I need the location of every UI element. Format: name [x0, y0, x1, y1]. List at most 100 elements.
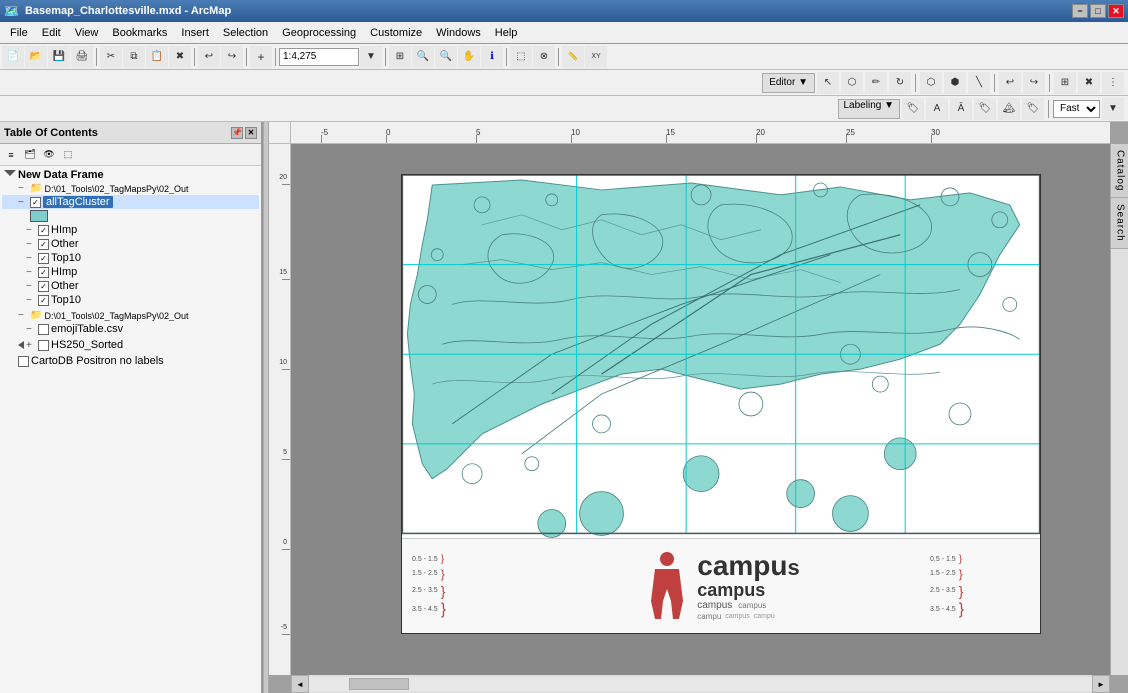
- scroll-right-btn[interactable]: ►: [1092, 675, 1110, 693]
- toc-layer-himp2[interactable]: − HImp: [2, 265, 259, 279]
- catalog-tab[interactable]: Catalog: [1111, 144, 1128, 198]
- undo-edit-btn[interactable]: ↩: [999, 72, 1021, 94]
- minimize-button[interactable]: −: [1072, 4, 1088, 18]
- label-icon1[interactable]: 🏷: [902, 98, 924, 120]
- toc-close-btn[interactable]: ✕: [245, 127, 257, 139]
- delete-btn[interactable]: ✖: [169, 46, 191, 68]
- toc-layer-himp1[interactable]: − HImp: [2, 223, 259, 237]
- redo-edit-btn[interactable]: ↪: [1023, 72, 1045, 94]
- minus-icon10[interactable]: −: [26, 324, 36, 335]
- label-icon3[interactable]: Ā: [950, 98, 972, 120]
- minus-icon[interactable]: −: [18, 183, 28, 194]
- toc-layer-other2[interactable]: − Other: [2, 279, 259, 293]
- minus-icon8[interactable]: −: [26, 295, 36, 306]
- minus-icon9[interactable]: −: [18, 310, 28, 321]
- cut-btn[interactable]: ✂: [100, 46, 122, 68]
- layer-checkbox-cartodb[interactable]: [18, 356, 29, 367]
- layer-checkbox-himp1[interactable]: [38, 225, 49, 236]
- menu-geoprocessing[interactable]: Geoprocessing: [276, 25, 362, 41]
- search-tab[interactable]: Search: [1111, 198, 1128, 249]
- delete-vertex-btn[interactable]: ✖: [1078, 72, 1100, 94]
- toc-layer-other1[interactable]: − Other: [2, 237, 259, 251]
- zoom-edit-btn[interactable]: ⊞: [1054, 72, 1076, 94]
- menu-view[interactable]: View: [69, 25, 105, 41]
- more-edit-btn[interactable]: ⋮: [1102, 72, 1124, 94]
- toc-path2-layer[interactable]: − 📁 D:\01_Tools\02_TagMapsPy\02_Out: [2, 309, 259, 322]
- undo-btn[interactable]: ↩: [198, 46, 220, 68]
- map-canvas[interactable]: 0.5 - 1.5 } 1.5 - 2.5 } 2.5 - 3.5 }: [291, 144, 1110, 675]
- toc-list-by-source-btn[interactable]: 🗂: [21, 146, 39, 164]
- layer-checkbox-top10-1[interactable]: [38, 253, 49, 264]
- toc-frame-header[interactable]: New Data Frame: [2, 168, 259, 182]
- edit-sketch-btn[interactable]: ✏: [865, 72, 887, 94]
- rotate-btn[interactable]: ↻: [889, 72, 911, 94]
- labeling-speed-select[interactable]: Fast Best: [1053, 100, 1100, 118]
- toc-pin-btn[interactable]: 📌: [231, 127, 243, 139]
- menu-edit[interactable]: Edit: [36, 25, 67, 41]
- expand-icon-hs250[interactable]: [18, 341, 24, 349]
- minus-icon5[interactable]: −: [26, 253, 36, 264]
- label-icon4[interactable]: 🏷: [974, 98, 996, 120]
- editor-dropdown-btn[interactable]: Editor ▼: [762, 73, 815, 93]
- copy-btn[interactable]: ⧉: [123, 46, 145, 68]
- toc-list-by-visibility-btn[interactable]: 👁: [40, 146, 58, 164]
- layer-checkbox-alltagcluster[interactable]: [30, 197, 41, 208]
- straight-segment-btn[interactable]: ╲: [968, 72, 990, 94]
- minus-icon7[interactable]: −: [26, 281, 36, 292]
- save-btn[interactable]: 💾: [48, 46, 70, 68]
- redo-btn[interactable]: ↪: [221, 46, 243, 68]
- close-button[interactable]: ✕: [1108, 4, 1124, 18]
- menu-selection[interactable]: Selection: [217, 25, 274, 41]
- layer-checkbox-emojitable[interactable]: [38, 324, 49, 335]
- toc-layer-alltagcluster[interactable]: − allTagCluster: [2, 195, 259, 209]
- toc-layer-emojitable[interactable]: − emojiTable.csv: [2, 322, 259, 336]
- menu-help[interactable]: Help: [489, 25, 524, 41]
- menu-customize[interactable]: Customize: [364, 25, 428, 41]
- label-icon6[interactable]: 🏷: [1022, 98, 1044, 120]
- toc-list-by-drawing-btn[interactable]: ≡: [2, 146, 20, 164]
- labeling-dropdown-btn[interactable]: Labeling ▼: [838, 99, 901, 119]
- scroll-h-thumb[interactable]: [349, 678, 409, 690]
- minus-icon4[interactable]: −: [26, 239, 36, 250]
- sketch-tool-btn[interactable]: ⬡: [920, 72, 942, 94]
- layer-checkbox-other2[interactable]: [38, 281, 49, 292]
- layer-checkbox-hs250[interactable]: [38, 340, 49, 351]
- edit-vertices-btn[interactable]: ⬡: [841, 72, 863, 94]
- expand-icon[interactable]: [4, 170, 16, 180]
- edit-tool-btn[interactable]: ↖: [817, 72, 839, 94]
- scale-dropdown-btn[interactable]: ▼: [360, 46, 382, 68]
- label-icon2[interactable]: A: [926, 98, 948, 120]
- labeling-more-btn[interactable]: ▼: [1102, 98, 1124, 120]
- toc-cartodb-layer[interactable]: CartoDB Positron no labels: [2, 354, 259, 368]
- zoom-in-btn[interactable]: 🔍: [412, 46, 434, 68]
- minus-icon2[interactable]: −: [18, 197, 28, 208]
- menu-file[interactable]: File: [4, 25, 34, 41]
- new-btn[interactable]: 📄: [2, 46, 24, 68]
- toc-layer-top10-2[interactable]: − Top10: [2, 293, 259, 307]
- maximize-button[interactable]: □: [1090, 4, 1106, 18]
- layer-checkbox-top10-2[interactable]: [38, 295, 49, 306]
- toc-path-layer[interactable]: − 📁 D:\01_Tools\02_TagMapsPy\02_Out: [2, 182, 259, 195]
- print-btn[interactable]: 🖨: [71, 46, 93, 68]
- select-btn[interactable]: ⬚: [510, 46, 532, 68]
- fix-topology-btn[interactable]: ⬢: [944, 72, 966, 94]
- toc-list-by-selection-btn[interactable]: ⬚: [59, 146, 77, 164]
- identify-btn[interactable]: ℹ: [481, 46, 503, 68]
- scroll-left-btn[interactable]: ◄: [291, 675, 309, 693]
- minus-icon3[interactable]: −: [26, 225, 36, 236]
- zoom-full-btn[interactable]: ⊞: [389, 46, 411, 68]
- scroll-horizontal[interactable]: ◄ ►: [291, 675, 1110, 693]
- open-btn[interactable]: 📂: [25, 46, 47, 68]
- label-icon5[interactable]: 🏔: [998, 98, 1020, 120]
- toc-layer-top10-1[interactable]: − Top10: [2, 251, 259, 265]
- map-area[interactable]: -5 0 5 10 15 20 25 30 20 15 10 5: [269, 122, 1128, 693]
- menu-windows[interactable]: Windows: [430, 25, 487, 41]
- minus-icon6[interactable]: −: [26, 267, 36, 278]
- menu-bookmarks[interactable]: Bookmarks: [106, 25, 173, 41]
- layer-checkbox-himp2[interactable]: [38, 267, 49, 278]
- zoom-out-btn[interactable]: 🔍: [435, 46, 457, 68]
- minus-icon11[interactable]: +: [26, 340, 36, 351]
- scroll-h-track[interactable]: [309, 677, 1092, 691]
- menu-insert[interactable]: Insert: [175, 25, 215, 41]
- toc-hs250-layer[interactable]: + HS250_Sorted: [2, 338, 259, 352]
